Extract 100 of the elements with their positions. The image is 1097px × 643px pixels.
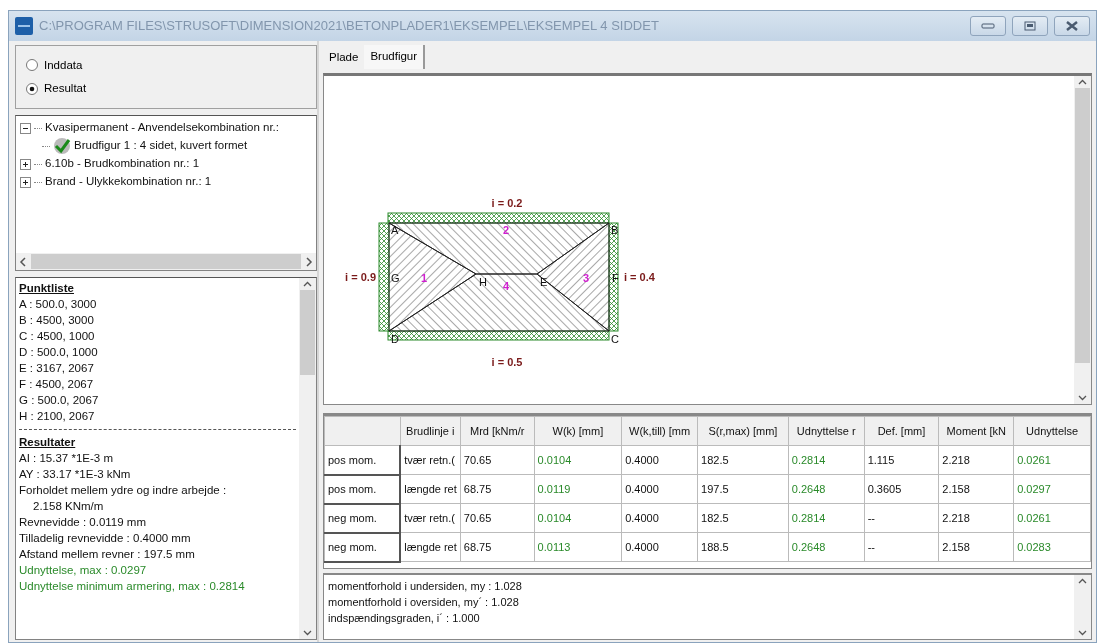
report-line: AI : 15.37 *1E-3 m: [19, 451, 114, 466]
message-line: indspændingsgraden, i´ : 1.000: [328, 611, 481, 626]
chevron-right-icon[interactable]: [305, 256, 313, 267]
section-heading: Resultater: [19, 435, 77, 450]
close-icon: [1066, 21, 1078, 31]
table-cell: 0.2648: [788, 532, 865, 562]
report-line: A : 500.0, 3000: [19, 297, 98, 312]
row-header[interactable]: pos mom.: [324, 445, 401, 475]
column-header[interactable]: Udnyttelse: [1013, 416, 1091, 446]
report-line: Udnyttelse minimum armering, max : 0.2814: [19, 579, 246, 594]
report-line: 2.158 KNm/m: [32, 499, 105, 514]
report-line: Forholdet mellem ydre og indre arbejde :: [19, 483, 228, 498]
row-header[interactable]: pos mom.: [324, 474, 401, 504]
table-cell: 0.0297: [1013, 474, 1091, 504]
mode-radio[interactable]: Resultat: [26, 80, 306, 98]
tree-item[interactable]: Kvasipermanent - Anvendelsekombination nr.:: [45, 119, 279, 137]
report-line: C : 4500, 1000: [19, 329, 96, 344]
table-cell: 197.5: [697, 474, 789, 504]
column-header[interactable]: S(r,max) [mm]: [697, 416, 789, 446]
maximize-button[interactable]: [1012, 16, 1048, 36]
report-line: F : 4500, 2067: [19, 377, 95, 392]
table-cell: 0.4000: [621, 503, 698, 533]
report-line: D : 500.0, 1000: [19, 345, 99, 360]
table-cell: 0.4000: [621, 532, 698, 562]
app-icon: [15, 17, 33, 35]
scrollbar-thumb[interactable]: [31, 254, 301, 269]
table-cell: 0.2814: [788, 503, 865, 533]
chevron-down-icon[interactable]: [1078, 395, 1087, 401]
table-cell: 0.3605: [864, 474, 939, 504]
region-number: 3: [582, 272, 590, 284]
chevron-up-icon[interactable]: [1078, 79, 1087, 85]
vertical-scrollbar[interactable]: [1074, 575, 1091, 639]
point-label: G: [391, 272, 400, 284]
region-number: 2: [502, 224, 510, 236]
point-label: A: [391, 224, 399, 236]
column-header[interactable]: Def. [mm]: [864, 416, 939, 446]
radio-icon[interactable]: [26, 82, 38, 95]
chevron-down-icon[interactable]: [1078, 630, 1087, 636]
maximize-icon: [1024, 21, 1036, 31]
vertical-scrollbar[interactable]: [1074, 76, 1091, 404]
message-line: momentforhold i undersiden, my : 1.028: [328, 579, 523, 594]
scrollbar-thumb[interactable]: [1075, 88, 1090, 363]
message-line: momentforhold i oversiden, my´ : 1.028: [328, 595, 520, 610]
table-cell: længde ret: [400, 532, 461, 562]
table-cell: 0.0119: [534, 474, 622, 504]
table-cell: 0.4000: [621, 445, 698, 475]
column-header[interactable]: W(k,till) [mm: [621, 416, 698, 446]
report-line: H : 2100, 2067: [19, 409, 96, 424]
chevron-up-icon[interactable]: [303, 281, 312, 287]
report-line: E : 3167, 2067: [19, 361, 95, 376]
column-header[interactable]: Mrd [kNm/r: [460, 416, 535, 446]
region-number: 4: [502, 280, 510, 292]
table-cell: 0.0261: [1013, 503, 1091, 533]
mode-radio[interactable]: Inddata: [26, 56, 306, 74]
edge-label: i = 0.2: [491, 197, 523, 209]
row-header[interactable]: neg mom.: [324, 503, 401, 533]
tree-item[interactable]: Brand - Ulykkekombination nr.: 1: [45, 173, 212, 191]
table-cell: tvær retn.(: [400, 503, 461, 533]
radio-icon[interactable]: [26, 59, 38, 72]
table-cell: --: [864, 532, 939, 562]
chevron-down-icon[interactable]: [303, 630, 312, 636]
collapse-icon[interactable]: [20, 122, 31, 134]
section-heading: Punktliste: [19, 281, 75, 296]
scrollbar-thumb[interactable]: [300, 290, 315, 375]
table-cell: 182.5: [697, 445, 789, 475]
point-label: C: [611, 333, 619, 345]
tab[interactable]: Plade: [323, 47, 365, 69]
table-cell: 2.158: [938, 474, 1014, 504]
table-cell: 0.4000: [621, 474, 698, 504]
report-line: Afstand mellem revner : 197.5 mm: [19, 547, 196, 562]
window-title: C:\PROGRAM FILES\STRUSOFT\DIMENSION2021\BETONPLADER1\EKSEMPEL\EKSEMPEL 4 SIDDET: [39, 17, 660, 36]
chevron-left-icon[interactable]: [19, 256, 27, 267]
point-label: H: [479, 276, 487, 288]
edge-label: i = 0.5: [491, 356, 523, 368]
chevron-up-icon[interactable]: [1078, 578, 1087, 584]
vertical-scrollbar[interactable]: [299, 278, 316, 639]
table-cell: 70.65: [460, 503, 535, 533]
table-cell: 0.2814: [788, 445, 865, 475]
table-cell: 0.0113: [534, 532, 622, 562]
column-header[interactable]: Moment [kN: [938, 416, 1014, 446]
table-cell: 0.0261: [1013, 445, 1091, 475]
tree-item[interactable]: 6.10b - Brudkombination nr.: 1: [45, 155, 200, 173]
expand-icon[interactable]: [20, 158, 31, 170]
row-header[interactable]: neg mom.: [324, 532, 401, 562]
table-cell: 68.75: [460, 532, 535, 562]
table-cell: længde ret: [400, 474, 461, 504]
tab[interactable]: Brudfigur: [364, 45, 426, 69]
table-cell: 2.218: [938, 503, 1014, 533]
expand-icon[interactable]: [20, 176, 31, 188]
tree-item[interactable]: Brudfigur 1 : 4 sidet, kuvert formet: [74, 137, 248, 155]
column-header[interactable]: Brudlinje i: [400, 416, 461, 446]
table-cell: 68.75: [460, 474, 535, 504]
close-button[interactable]: [1054, 16, 1090, 36]
table-cell: 0.0104: [534, 445, 622, 475]
horizontal-scrollbar[interactable]: [16, 253, 316, 270]
column-header[interactable]: Udnyttelse r: [788, 416, 865, 446]
column-header[interactable]: W(k) [mm]: [534, 416, 622, 446]
report-line: G : 500.0, 2067: [19, 393, 100, 408]
region-number: 1: [420, 272, 428, 284]
edge-label: i = 0.9: [345, 271, 376, 283]
